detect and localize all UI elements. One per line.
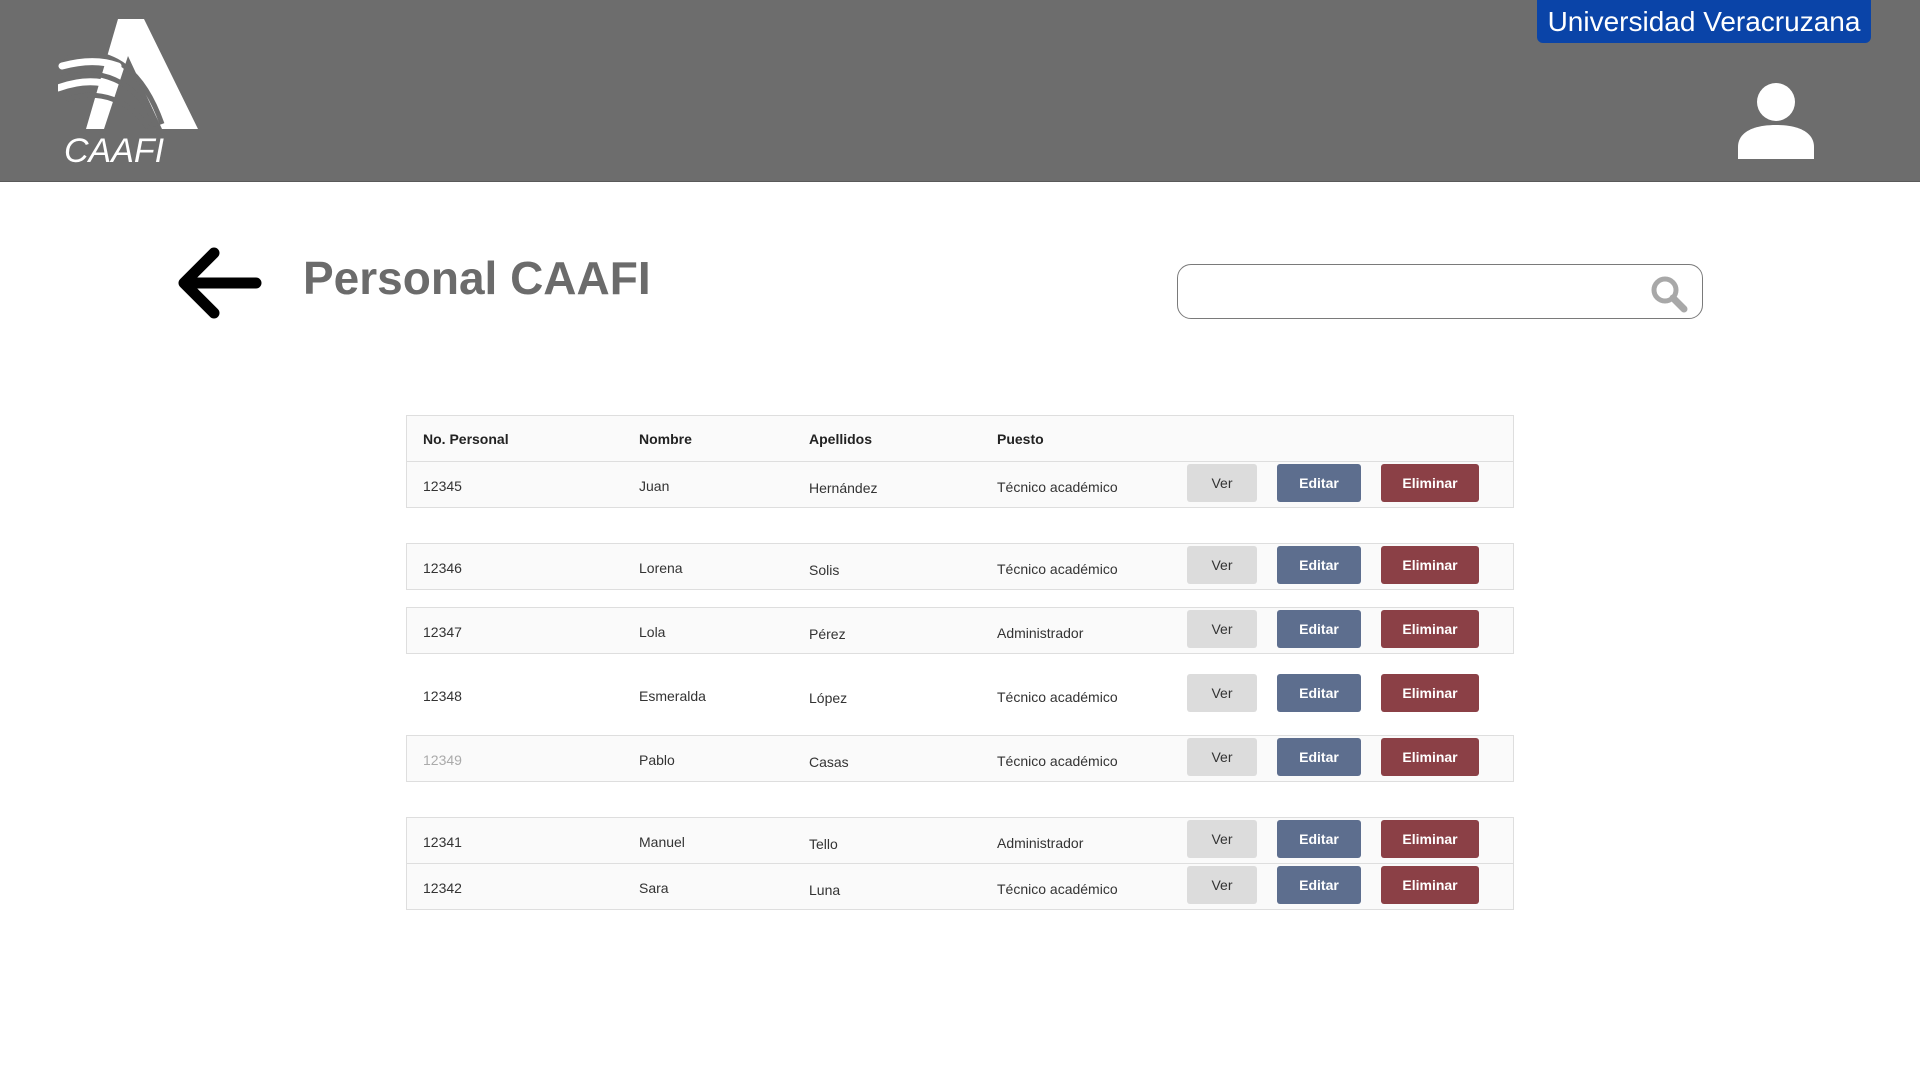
edit-button[interactable]: Editar [1277,820,1361,858]
edit-button[interactable]: Editar [1277,738,1361,776]
cell-apellidos: Luna [809,882,841,898]
cell-puesto: Técnico académico [997,479,1118,495]
edit-button[interactable]: Editar [1277,674,1361,712]
cell-puesto: Técnico académico [997,561,1118,577]
edit-button[interactable]: Editar [1277,866,1361,904]
delete-button[interactable]: Eliminar [1381,738,1479,776]
cell-puesto: Administrador [997,625,1084,641]
cell-puesto: Técnico académico [997,689,1118,705]
view-button[interactable]: Ver [1187,674,1257,712]
cell-nombre: Sara [639,880,669,896]
table-group: 12341 Manuel Tello Administrador Ver Edi… [406,817,1514,910]
view-button[interactable]: Ver [1187,464,1257,502]
column-header-nombre: Nombre [639,431,692,447]
edit-button[interactable]: Editar [1277,464,1361,502]
cell-nombre: Lola [639,624,666,640]
delete-button[interactable]: Eliminar [1381,610,1479,648]
column-header-apellidos: Apellidos [809,431,873,447]
table-group: 12347 Lola Pérez Administrador Ver Edita… [406,607,1514,654]
view-button[interactable]: Ver [1187,610,1257,648]
cell-apellidos: Hernández [809,480,878,496]
cell-no-personal: 12346 [423,560,462,576]
cell-apellidos: Solis [809,562,840,578]
cell-nombre: Juan [639,478,670,494]
delete-button[interactable]: Eliminar [1381,674,1479,712]
edit-button[interactable]: Editar [1277,546,1361,584]
table-row: 12342 Sara Luna Técnico académico Ver Ed… [407,863,1513,909]
delete-button[interactable]: Eliminar [1381,866,1479,904]
search-box[interactable] [1177,264,1703,319]
delete-button[interactable]: Eliminar [1381,464,1479,502]
view-button[interactable]: Ver [1187,546,1257,584]
cell-apellidos: Tello [809,836,838,852]
cell-no-personal: 12345 [423,478,462,494]
cell-nombre: Manuel [639,834,685,850]
column-header-puesto: Puesto [997,431,1044,447]
university-badge[interactable]: Universidad Veracruzana [1537,0,1871,43]
cell-no-personal: 12347 [423,624,462,640]
table-row: 12341 Manuel Tello Administrador Ver Edi… [407,818,1513,863]
view-button[interactable]: Ver [1187,738,1257,776]
view-button[interactable]: Ver [1187,866,1257,904]
cell-nombre: Lorena [639,560,683,576]
cell-no-personal: 12349 [423,752,462,768]
table-row: 12348 Esmeralda López Técnico académico … [407,672,1513,717]
delete-button[interactable]: Eliminar [1381,546,1479,584]
top-header: CAAFI Universidad Veracruzana [0,0,1920,182]
cell-nombre: Esmeralda [639,688,706,704]
cell-no-personal: 12348 [423,688,462,704]
table-row: 12345 Juan Hernández Técnico académico V… [407,461,1513,507]
delete-button[interactable]: Eliminar [1381,820,1479,858]
column-header-no-personal: No. Personal [423,431,509,447]
table-group: No. Personal Nombre Apellidos Puesto 123… [406,415,1514,508]
table-group: 12348 Esmeralda López Técnico académico … [406,671,1514,718]
edit-button[interactable]: Editar [1277,610,1361,648]
table-group: 12349 Pablo Casas Técnico académico Ver … [406,735,1514,782]
cell-apellidos: Pérez [809,626,846,642]
table-row: 12346 Lorena Solis Técnico académico Ver… [407,544,1513,589]
caafi-logo[interactable]: CAAFI [58,16,208,166]
search-icon[interactable] [1649,274,1689,314]
table-header-row: No. Personal Nombre Apellidos Puesto [407,416,1513,461]
cell-puesto: Técnico académico [997,881,1118,897]
arrow-left-icon[interactable] [172,243,264,323]
page-title: Personal CAAFI [303,252,651,304]
view-button[interactable]: Ver [1187,820,1257,858]
cell-apellidos: López [809,690,848,706]
cell-apellidos: Casas [809,754,849,770]
cell-no-personal: 12341 [423,834,462,850]
cell-no-personal: 12342 [423,880,462,896]
cell-puesto: Técnico académico [997,753,1118,769]
table-group: 12346 Lorena Solis Técnico académico Ver… [406,543,1514,590]
cell-puesto: Administrador [997,835,1084,851]
search-input[interactable] [1192,273,1616,313]
user-icon[interactable] [1738,83,1814,159]
table-row: 12349 Pablo Casas Técnico académico Ver … [407,736,1513,781]
cell-nombre: Pablo [639,752,675,768]
caafi-logo-text: CAAFI [64,132,165,166]
table-row: 12347 Lola Pérez Administrador Ver Edita… [407,608,1513,653]
